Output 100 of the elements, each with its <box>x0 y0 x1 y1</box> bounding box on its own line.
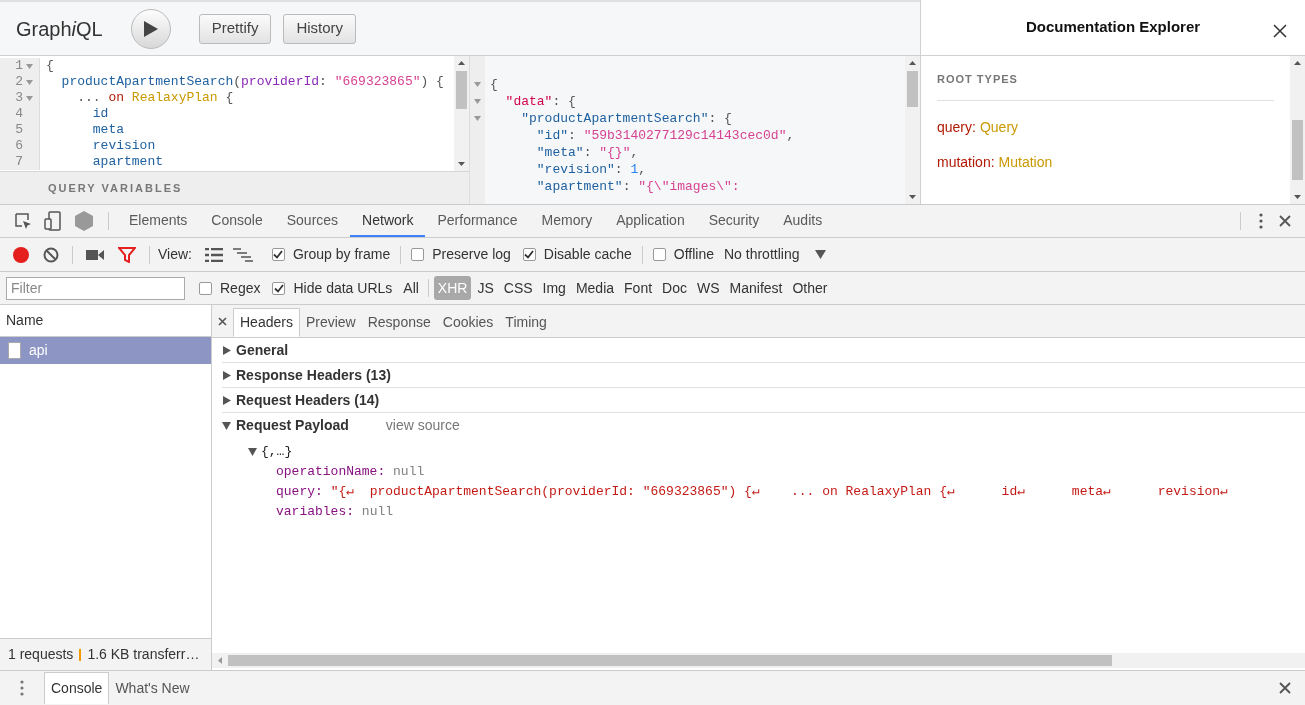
code-line: meta <box>91 122 124 138</box>
close-icon[interactable] <box>1273 24 1287 38</box>
checkbox-label[interactable]: Disable cache <box>543 244 632 265</box>
scroll-thumb[interactable] <box>907 71 918 107</box>
scroll-thumb[interactable] <box>1292 120 1303 180</box>
scrollbar[interactable] <box>454 56 469 171</box>
scrollbar[interactable] <box>1290 56 1305 204</box>
section-header[interactable]: Response Headers (13) <box>236 364 391 386</box>
scroll-arrow-icon[interactable] <box>1294 195 1301 199</box>
play-icon <box>143 20 158 37</box>
section-header[interactable]: Request Headers (14) <box>236 389 380 411</box>
scroll-thumb[interactable] <box>228 655 1112 666</box>
toolbar-button[interactable]: History <box>283 13 357 44</box>
disclosure-triangle-icon[interactable] <box>248 448 257 456</box>
dropdown-arrow-icon[interactable] <box>815 250 827 259</box>
detail-tab[interactable]: Timing <box>499 308 553 337</box>
filter-icon[interactable] <box>118 246 136 263</box>
drawer-tab[interactable]: Console <box>44 672 110 704</box>
close-icon[interactable] <box>1279 682 1291 694</box>
code-line: apartment <box>91 154 164 170</box>
line-number: 2 <box>15 74 23 90</box>
video-camera-icon[interactable] <box>86 248 104 261</box>
toolbar-button[interactable]: Prettify <box>198 13 272 44</box>
checkbox-label[interactable]: Preserve log <box>432 244 511 265</box>
separator-icon <box>79 648 82 661</box>
query-variables-label[interactable]: QUERY VARIABLES <box>48 179 183 197</box>
detail-tab[interactable]: Preview <box>299 308 362 337</box>
devtools-tab[interactable]: Memory <box>529 205 605 237</box>
device-icon[interactable] <box>44 211 62 231</box>
panel-title: Documentation Explorer <box>1025 17 1201 38</box>
scrollbar[interactable] <box>905 56 920 204</box>
record-icon[interactable] <box>12 245 30 264</box>
disclosure-triangle-icon[interactable] <box>222 395 231 405</box>
devtools-tab[interactable]: Audits <box>771 205 835 237</box>
list-view-icon[interactable] <box>205 247 223 262</box>
disclosure-triangle-icon[interactable] <box>222 345 231 355</box>
checkbox-label[interactable]: Group by frame <box>293 244 391 265</box>
checkbox[interactable] <box>272 281 286 295</box>
checkbox[interactable] <box>522 248 536 261</box>
filter-type-button[interactable]: Img <box>538 276 570 300</box>
filter-field[interactable]: Filter <box>6 276 185 300</box>
devtools-tab[interactable]: Console <box>199 205 275 237</box>
devtools-tab[interactable]: Elements <box>117 205 200 237</box>
payload-entry: operationName: null <box>275 463 426 481</box>
close-icon[interactable] <box>1279 215 1291 227</box>
devtools-tab[interactable]: Application <box>604 205 697 237</box>
more-icon[interactable] <box>20 680 24 696</box>
filter-type-button[interactable]: CSS <box>499 276 537 300</box>
code-line: "data": { <box>504 93 576 110</box>
scroll-arrow-icon[interactable] <box>1294 61 1301 65</box>
disclosure-triangle-icon[interactable] <box>222 421 231 430</box>
checkbox[interactable] <box>199 281 212 295</box>
detail-tab[interactable]: Headers <box>233 308 300 337</box>
disclosure-triangle-icon[interactable] <box>222 370 231 380</box>
detail-tab[interactable]: Response <box>361 308 437 337</box>
checkbox-label[interactable]: Regex <box>220 277 261 299</box>
cube-icon[interactable] <box>74 210 94 232</box>
filter-type-button[interactable]: Font <box>620 276 657 300</box>
close-icon[interactable] <box>218 317 227 326</box>
scroll-thumb[interactable] <box>456 71 467 109</box>
filter-type-button[interactable]: JS <box>473 276 498 300</box>
section-header[interactable]: Request Payload <box>236 415 349 436</box>
code-line: "meta": "{}", <box>535 144 639 161</box>
app-logo: GraphiQL <box>16 16 103 42</box>
more-icon[interactable] <box>1259 213 1263 229</box>
checkbox-label[interactable]: Hide data URLs <box>293 277 393 299</box>
scroll-arrow-icon[interactable] <box>909 61 916 65</box>
filter-type-button[interactable]: All <box>399 276 423 300</box>
filter-type-button[interactable]: Media <box>571 276 619 300</box>
code-line: productApartmentSearch(providerId: "669323865") { <box>60 74 444 90</box>
filter-type-button[interactable]: WS <box>692 276 724 300</box>
section-header[interactable]: General <box>236 339 289 361</box>
column-header[interactable]: Name <box>6 310 44 331</box>
view-source-link[interactable]: view source <box>385 415 460 436</box>
clear-icon[interactable] <box>43 246 59 263</box>
devtools-tab[interactable]: Performance <box>425 205 530 237</box>
scrollbar[interactable] <box>212 653 1305 668</box>
line-number: 3 <box>15 90 23 106</box>
filter-type-button[interactable]: Other <box>788 276 832 300</box>
scroll-arrow-icon[interactable] <box>909 195 916 199</box>
scroll-arrow-icon[interactable] <box>458 162 465 166</box>
checkbox[interactable] <box>411 248 425 261</box>
throttling-dropdown[interactable]: No throttling <box>724 244 800 265</box>
code-line: id <box>91 106 109 122</box>
checkbox-label[interactable]: Offline <box>673 244 714 265</box>
code-line: ... on RealaxyPlan { <box>76 90 234 106</box>
scroll-arrow-icon[interactable] <box>458 61 465 65</box>
devtools-tab[interactable]: Sources <box>274 205 351 237</box>
devtools-tab[interactable]: Security <box>696 205 772 237</box>
root-type-entry: query: Query <box>937 118 1020 137</box>
drawer-tab[interactable]: What's New <box>109 672 196 704</box>
detail-tab[interactable]: Cookies <box>436 308 500 337</box>
filter-type-button[interactable]: Manifest <box>725 276 787 300</box>
filter-type-button[interactable]: Doc <box>658 276 691 300</box>
root-type-entry: mutation: Mutation <box>937 153 1054 172</box>
select-element-icon[interactable] <box>14 212 32 230</box>
checkbox[interactable] <box>272 248 285 261</box>
waterfall-icon[interactable] <box>233 247 253 262</box>
checkbox[interactable] <box>652 248 666 261</box>
requests-count: 1 requests <box>8 645 74 664</box>
